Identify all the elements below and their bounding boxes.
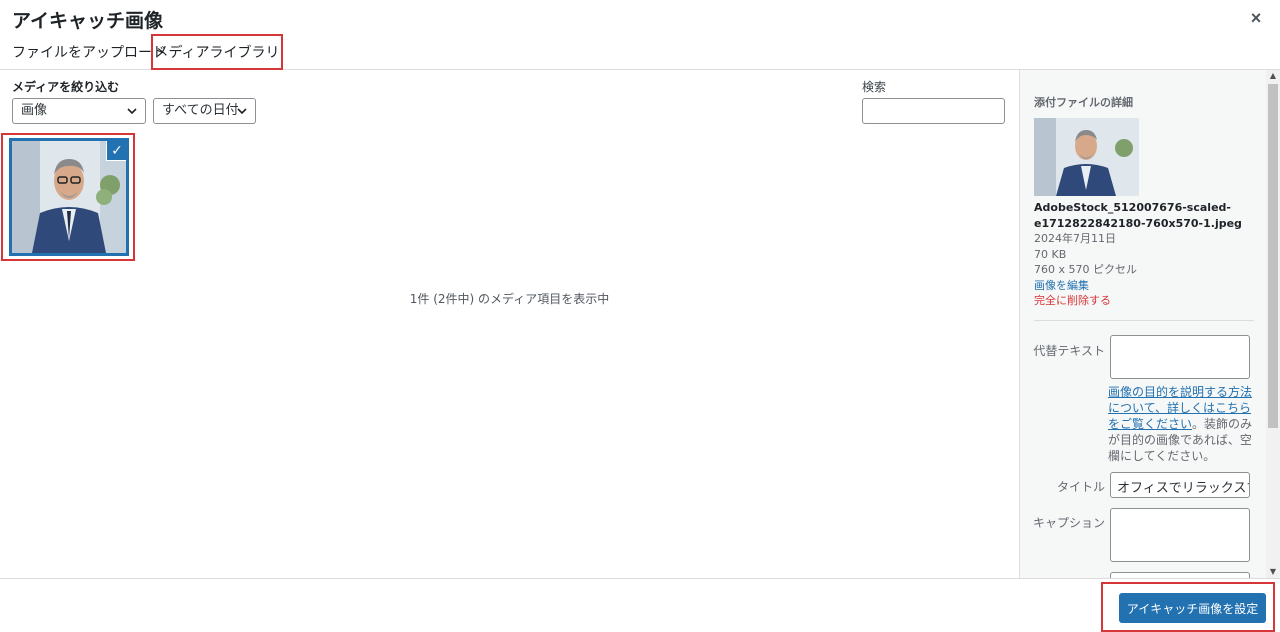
caption-field[interactable] (1110, 508, 1250, 562)
portrait-image-icon (1034, 118, 1139, 196)
title-field[interactable]: オフィスでリラックスす (1110, 472, 1250, 498)
close-button[interactable]: × (1246, 8, 1266, 28)
delete-permanently-link[interactable]: 完全に削除する (1034, 293, 1259, 309)
date-filter-select[interactable]: すべての日付 (153, 98, 256, 124)
tab-upload-files[interactable]: ファイルをアップロード (12, 34, 166, 70)
title-label: タイトル (1056, 480, 1105, 494)
date-filter-select-value: すべての日付 (162, 103, 239, 118)
scroll-down-icon[interactable]: ▼ (1266, 566, 1280, 578)
modal-title: アイキャッチ画像 (12, 10, 164, 32)
alt-text-help: 画像の目的を説明する方法について、詳しくはこちらをご覧ください。装飾のみが目的の… (1108, 384, 1253, 464)
search-input[interactable] (862, 98, 1005, 124)
edit-image-link[interactable]: 画像を編集 (1034, 278, 1259, 294)
filter-label: メディアを絞り込む (12, 80, 120, 94)
chevron-down-icon (127, 99, 137, 133)
chevron-down-icon (237, 99, 247, 133)
scroll-up-icon[interactable]: ▲ (1266, 70, 1280, 82)
set-featured-image-button[interactable]: アイキャッチ画像を設定 (1119, 593, 1266, 623)
caption-label: キャプション (1032, 516, 1105, 530)
attachment-details-heading: 添付ファイルの詳細 (1034, 96, 1133, 109)
search-label: 検索 (862, 80, 887, 94)
details-thumbnail (1034, 118, 1139, 196)
media-toolbar: アイキャッチ画像を設定 (0, 578, 1280, 632)
media-type-select[interactable]: 画像 (12, 98, 146, 124)
media-type-select-value: 画像 (21, 103, 48, 118)
media-tabs: ファイルをアップロード メディアライブラリ (0, 34, 1280, 70)
attachment-filename: AdobeStock_512007676-scaled-e17128228421… (1034, 201, 1242, 230)
alt-text-field[interactable] (1110, 335, 1250, 379)
scrollbar-thumb[interactable] (1268, 84, 1278, 428)
checkmark-icon[interactable]: ✓ (106, 141, 126, 161)
media-browser: メディアを絞り込む 画像 すべての日付 検索 ✓ 1件 (2件中) のメディア項… (0, 70, 1019, 578)
details-divider (1034, 320, 1254, 321)
media-count-text: 1件 (2件中) のメディア項目を表示中 (409, 292, 610, 306)
attachment-meta: AdobeStock_512007676-scaled-e17128228421… (1034, 200, 1259, 309)
alt-text-label: 代替テキスト (1033, 344, 1105, 358)
sidebar-scrollbar[interactable]: ▲ ▼ (1266, 70, 1280, 578)
attachment-thumbnail[interactable]: ✓ (9, 138, 129, 256)
attachment-details-sidebar: 添付ファイルの詳細 AdobeStock_512007676-scaled-e1… (1019, 70, 1266, 578)
attachment-filesize: 70 KB (1034, 247, 1067, 261)
attachment-date: 2024年7月11日 (1034, 232, 1116, 245)
attachment-dimensions: 760 x 570 ピクセル (1034, 263, 1137, 276)
tab-media-library[interactable]: メディアライブラリ (151, 34, 283, 70)
selected-highlight: ✓ (1, 133, 135, 261)
